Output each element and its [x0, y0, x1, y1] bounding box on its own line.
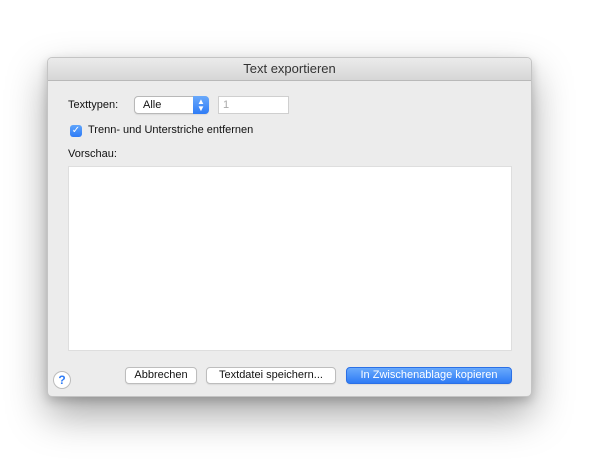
save-textfile-button[interactable]: Textdatei speichern...	[206, 367, 336, 384]
page: Text exportieren Texttypen: Alle ▲ ▼ 1 ✓ …	[0, 0, 597, 466]
checkmark-icon: ✓	[71, 125, 81, 136]
remove-hyphens-checkbox[interactable]: ✓	[70, 125, 82, 137]
remove-hyphens-label[interactable]: Trenn- und Unterstriche entfernen	[88, 124, 253, 136]
texttypes-label: Texttypen:	[68, 99, 119, 111]
help-icon: ?	[58, 373, 66, 387]
texttypes-popup[interactable]: Alle ▲ ▼	[134, 96, 209, 114]
preview-label: Vorschau:	[68, 148, 117, 160]
export-text-dialog: Text exportieren Texttypen: Alle ▲ ▼ 1 ✓ …	[47, 57, 532, 397]
dialog-title: Text exportieren	[48, 58, 531, 81]
texttypes-number-field[interactable]: 1	[218, 96, 289, 114]
texttypes-popup-value: Alle	[143, 99, 162, 111]
copy-to-clipboard-button[interactable]: In Zwischenablage kopieren	[346, 367, 512, 384]
cancel-button[interactable]: Abbrechen	[125, 367, 197, 384]
preview-area[interactable]	[68, 166, 512, 351]
up-down-chevron-icon: ▲ ▼	[193, 96, 209, 114]
help-button[interactable]: ?	[53, 371, 71, 389]
